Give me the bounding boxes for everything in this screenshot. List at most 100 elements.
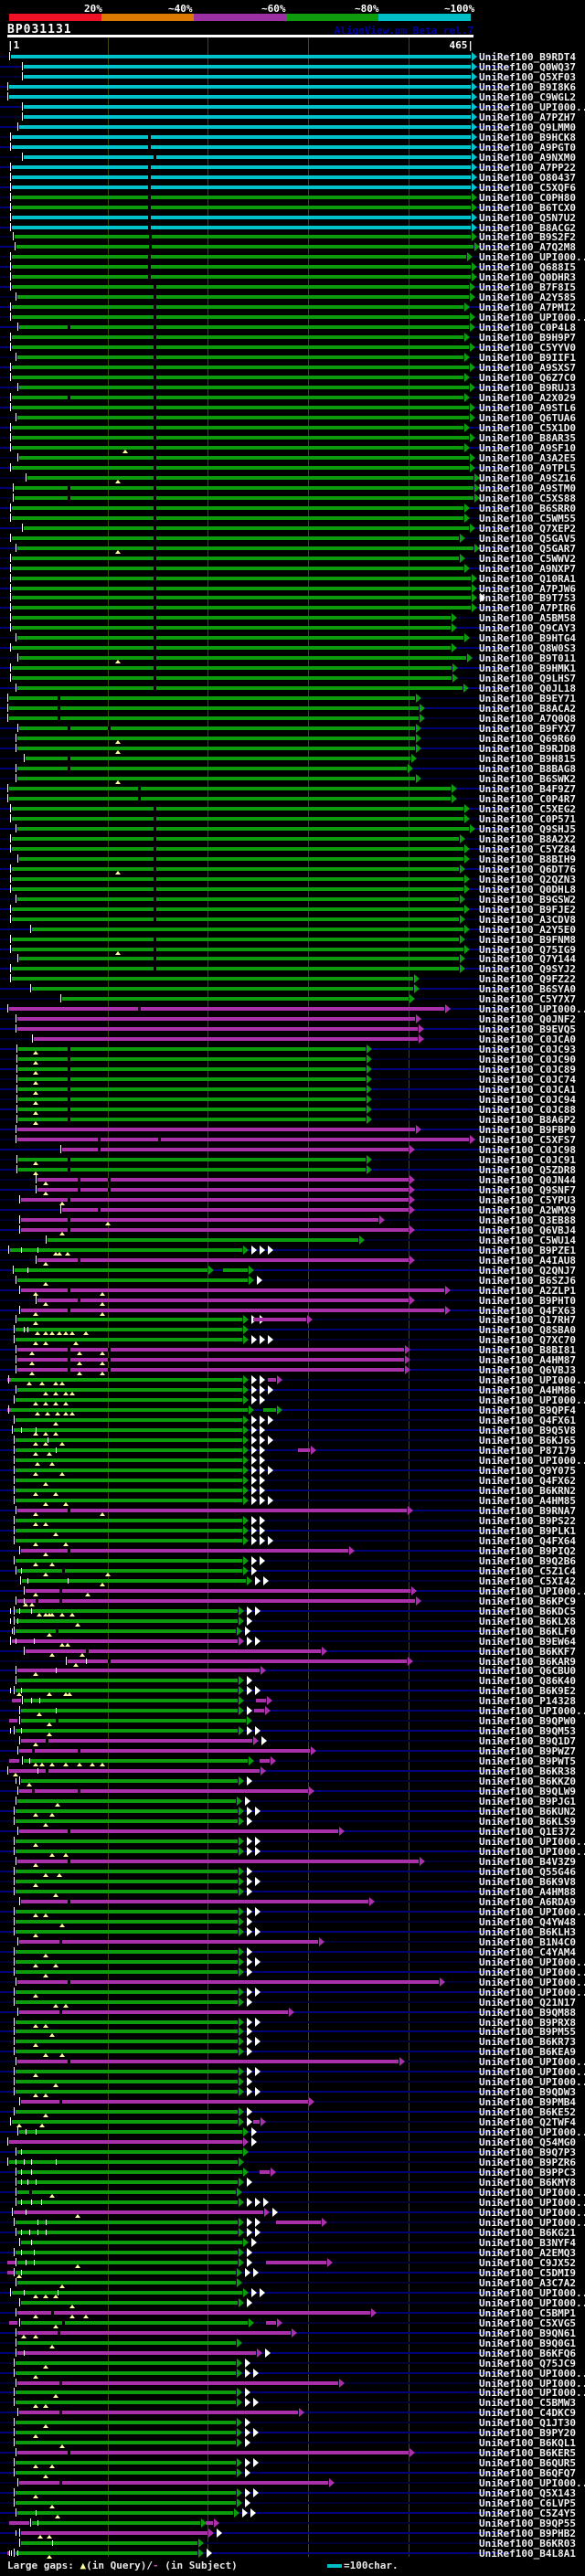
hit-bar[interactable]	[15, 2070, 239, 2074]
hit-bar[interactable]	[15, 1959, 239, 1964]
hit-bar[interactable]	[12, 134, 471, 139]
hit-bar[interactable]	[19, 1939, 318, 1944]
hit-bar[interactable]	[19, 1789, 309, 1794]
hit-bar[interactable]	[37, 1257, 409, 1262]
hit-bar[interactable]	[12, 185, 471, 189]
hit-bar[interactable]	[15, 1999, 239, 2004]
hit-bar[interactable]	[19, 2481, 328, 2486]
hit-bar[interactable]	[9, 1007, 445, 1012]
hit-bar[interactable]	[12, 265, 471, 270]
hit-bar[interactable]	[15, 2501, 237, 2506]
hit-bar[interactable]	[21, 1227, 409, 1232]
hit-label[interactable]: UniRef100_B4L8A1	[479, 2548, 576, 2560]
hit-bar[interactable]	[12, 596, 471, 600]
hit-bar[interactable]	[18, 1108, 366, 1112]
hit-bar[interactable]	[11, 55, 471, 58]
hit-bar[interactable]	[16, 295, 469, 300]
hit-bar[interactable]	[27, 475, 473, 480]
hit-bar[interactable]	[9, 796, 451, 800]
hit-bar[interactable]	[37, 1187, 409, 1192]
hit-bar[interactable]	[62, 1147, 409, 1151]
hit-bar[interactable]	[16, 2350, 256, 2355]
hit-bar[interactable]	[9, 2160, 239, 2165]
hit-bar[interactable]	[15, 2370, 237, 2375]
hit-bar[interactable]	[12, 376, 464, 380]
hit-bar[interactable]	[13, 2210, 263, 2214]
hit-bar[interactable]	[25, 1648, 322, 1653]
hit-bar[interactable]	[18, 1087, 366, 1092]
hit-bar[interactable]	[19, 2130, 242, 2135]
hit-bar-segment[interactable]	[262, 1408, 276, 1413]
hit-bar[interactable]	[16, 1568, 242, 1573]
hit-bar[interactable]	[12, 906, 464, 911]
hit-bar[interactable]	[14, 485, 473, 490]
hit-bar[interactable]	[16, 546, 473, 550]
hit-bar[interactable]	[12, 866, 459, 871]
hit-bar[interactable]	[12, 806, 464, 811]
hit-bar[interactable]	[15, 2431, 237, 2435]
hit-bar[interactable]	[9, 786, 451, 790]
hit-bar[interactable]	[15, 1869, 239, 1873]
hit-bar[interactable]	[15, 1418, 242, 1423]
hit-bar[interactable]	[15, 1849, 239, 1853]
hit-bar[interactable]	[12, 164, 471, 169]
hit-bar[interactable]	[12, 836, 459, 841]
hit-bar-segment[interactable]	[260, 2170, 271, 2175]
hit-bar[interactable]	[15, 1479, 242, 1483]
hit-bar[interactable]	[14, 235, 471, 239]
hit-bar[interactable]	[12, 215, 471, 219]
hit-bar[interactable]	[16, 776, 416, 780]
hit-bar[interactable]	[16, 1017, 416, 1022]
hit-bar[interactable]	[15, 2551, 198, 2556]
hit-bar[interactable]	[16, 826, 469, 831]
hit-bar[interactable]	[19, 957, 459, 961]
hit-bar[interactable]	[12, 1638, 239, 1643]
hit-bar[interactable]	[16, 2280, 237, 2284]
hit-bar[interactable]	[33, 1037, 418, 1042]
hit-bar-segment[interactable]	[252, 1318, 306, 1322]
hit-bar[interactable]	[15, 1919, 239, 1924]
hit-bar[interactable]	[62, 1207, 409, 1212]
hit-bar[interactable]	[12, 225, 471, 229]
hit-bar[interactable]	[47, 1237, 358, 1242]
hit-bar[interactable]	[15, 1538, 242, 1542]
hit-bar[interactable]	[12, 335, 464, 340]
hit-bar-segment[interactable]	[222, 1267, 249, 1272]
hit-bar[interactable]	[12, 646, 451, 651]
hit-bar[interactable]	[9, 716, 419, 721]
hit-bar[interactable]	[16, 1358, 405, 1362]
hit-bar[interactable]	[16, 2451, 409, 2455]
hit-bar[interactable]	[19, 856, 464, 861]
hit-bar[interactable]	[16, 2180, 239, 2185]
hit-bar[interactable]	[21, 2240, 242, 2244]
hit-bar[interactable]	[12, 606, 471, 610]
hit-bar[interactable]	[15, 2220, 239, 2224]
hit-bar[interactable]	[16, 2170, 242, 2175]
hit-bar[interactable]	[23, 525, 469, 530]
hit-bar[interactable]	[12, 947, 464, 951]
hit-bar[interactable]	[18, 1047, 366, 1052]
hit-bar[interactable]	[16, 1348, 405, 1352]
hit-bar[interactable]	[19, 386, 469, 390]
hit-bar[interactable]	[21, 1709, 239, 1713]
hit-bar[interactable]	[12, 977, 414, 981]
hit-bar[interactable]	[32, 2521, 200, 2526]
hit-bar[interactable]	[15, 2360, 237, 2365]
hit-bar-segment[interactable]	[268, 1378, 276, 1383]
hit-bar[interactable]	[19, 656, 467, 661]
hit-bar[interactable]	[16, 747, 416, 751]
hit-bar[interactable]	[16, 2260, 239, 2264]
hit-bar[interactable]	[23, 1699, 239, 1703]
hit-bar[interactable]	[15, 1528, 242, 1532]
hit-bar[interactable]	[12, 816, 464, 821]
hit-bar[interactable]	[21, 2100, 309, 2104]
hit-bar[interactable]	[12, 465, 469, 470]
hit-bar[interactable]	[15, 1889, 239, 1893]
hit-bar[interactable]	[22, 1578, 247, 1583]
hit-bar[interactable]	[15, 2080, 239, 2084]
hit-bar-segment[interactable]	[206, 2521, 213, 2526]
hit-bar[interactable]	[15, 2110, 239, 2115]
hit-bar[interactable]	[14, 1267, 208, 1272]
hit-bar[interactable]	[32, 927, 464, 931]
hit-bar[interactable]	[10, 1247, 242, 1252]
